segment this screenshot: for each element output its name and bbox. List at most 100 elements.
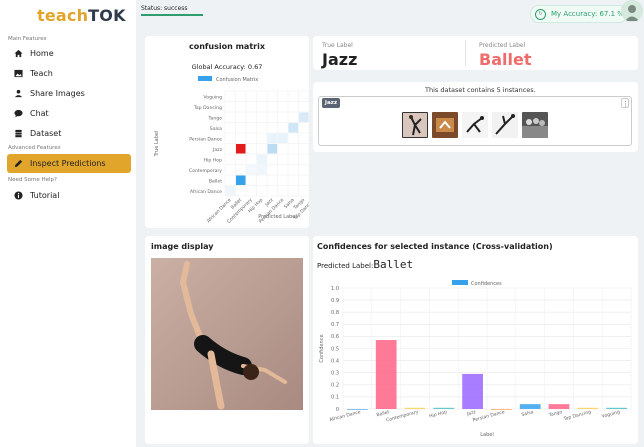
y-tick-label: Persian Dance	[189, 136, 222, 142]
status-text: Status: success	[141, 5, 188, 12]
user-upload-icon	[13, 89, 23, 99]
x-axis-title: Predicted Label	[258, 214, 297, 220]
sidebar-item-label: Tutorial	[30, 191, 60, 200]
sidebar-item-label: Share Images	[30, 89, 85, 98]
x-tick-label: Contemporary	[385, 409, 419, 423]
y-tick-label: 0.7	[331, 322, 339, 328]
legend-swatch	[452, 280, 468, 285]
thumbnail-3[interactable]	[462, 112, 488, 138]
x-tick-label: Salsa	[521, 409, 535, 418]
bar	[519, 404, 541, 409]
y-tick-label: 0.4	[331, 358, 339, 364]
y-axis-title: True Label	[154, 131, 160, 158]
bar	[548, 404, 570, 409]
matrix-cell	[267, 144, 277, 154]
thumbnail-2[interactable]	[432, 112, 458, 138]
thumbnail-4[interactable]	[492, 112, 518, 138]
y-tick-label: 0.3	[331, 371, 339, 377]
x-tick-label: Persian Dance	[472, 409, 505, 423]
predicted-label-title: Predicted Label	[479, 42, 526, 49]
x-tick-label: Jazz	[465, 409, 477, 418]
y-tick-label: Jazz	[212, 147, 223, 153]
matrix-cell	[288, 123, 298, 133]
sidebar-item-chat[interactable]: Chat	[7, 104, 131, 123]
x-tick-label: Voguing	[601, 409, 621, 420]
y-axis-title: Confidence	[319, 334, 325, 362]
more-menu-button[interactable]: ⋮	[621, 98, 629, 108]
x-tick-label: Tango	[547, 409, 563, 419]
y-tick-label: 0.1	[331, 395, 339, 401]
sidebar-item-label: Chat	[30, 109, 49, 118]
accuracy-text: My Accuracy: 67.1 %	[551, 10, 624, 18]
sidebar-item-dataset[interactable]: Dataset	[7, 124, 131, 143]
selected-instance-image	[151, 258, 303, 410]
y-tick-label: Hip Hop	[204, 157, 222, 163]
matrix-cell	[246, 165, 256, 175]
x-axis-title: Label	[480, 432, 494, 438]
y-tick-label: Tango	[208, 115, 223, 121]
bar	[606, 407, 627, 409]
bar	[433, 407, 455, 409]
labels-card: True Label Jazz Predicted Label Ballet	[313, 36, 638, 70]
y-tick-label: Tap Dancing	[193, 105, 222, 111]
y-tick-label: Contemporary	[189, 168, 222, 174]
section-label-help: Need Some Help?	[8, 177, 57, 183]
section-label-main: Main Features	[8, 36, 47, 42]
sidebar-item-tutorial[interactable]: Tutorial	[7, 186, 131, 205]
x-tick-label: African Dance	[329, 409, 362, 423]
matrix-cell	[225, 186, 235, 196]
info-icon	[13, 191, 23, 201]
y-tick-label: African Dance	[190, 189, 222, 195]
app-logo[interactable]: teachTOK	[37, 6, 126, 25]
sidebar-item-inspect-predictions[interactable]: Inspect Predictions	[7, 154, 131, 173]
x-tick-label: Ballet	[376, 409, 390, 418]
bar	[347, 409, 368, 410]
image-display-title: image display	[151, 242, 214, 251]
legend-label: Confidences	[471, 281, 502, 287]
confusion-matrix-chart[interactable]: Confusion Matrix Voguing Tap Dancing Tango S…	[145, 36, 309, 228]
confusion-matrix-card: confusion matrix Global Accuracy: 0.67 C…	[145, 36, 309, 228]
sidebar-item-home[interactable]: Home	[7, 44, 131, 63]
accuracy-badge: ↻ My Accuracy: 67.1 %	[530, 5, 628, 23]
refresh-icon: ↻	[535, 8, 546, 20]
image-icon	[13, 69, 23, 79]
sidebar-item-share-images[interactable]: Share Images	[7, 84, 131, 103]
y-tick-label: Ballet	[209, 178, 222, 184]
bar	[404, 407, 426, 409]
database-icon	[13, 129, 23, 139]
sidebar-item-label: Home	[30, 49, 54, 58]
y-tick-label: 0.6	[331, 334, 339, 340]
x-tick-label: Tap Dancing	[562, 409, 592, 422]
thumbnail-5[interactable]	[522, 112, 548, 138]
y-tick-label: 0.5	[331, 346, 339, 352]
legend-swatch	[198, 76, 212, 81]
home-icon	[13, 49, 23, 59]
section-label-advanced: Advanced Features	[8, 145, 61, 151]
bar	[491, 409, 512, 410]
y-tick-label: Salsa	[210, 126, 222, 132]
class-tag: Jazz	[322, 98, 340, 108]
legend-label: Confusion Matrix	[216, 77, 258, 83]
bar	[577, 407, 599, 409]
status-progress-bar	[141, 14, 203, 16]
image-display-card: image display	[145, 236, 309, 444]
sidebar: teachTOK Main Features Home Teach Share …	[0, 0, 136, 447]
matrix-cell	[257, 165, 267, 175]
bar	[375, 340, 397, 409]
matrix-cell	[278, 133, 288, 143]
confidence-bar-chart[interactable]: Confidences 0 0.1 0.2 0.3 0.4 0.5 0.6 0.7 0.8 0.9 1…	[313, 236, 638, 444]
matrix-cell-selected	[236, 144, 246, 154]
pencil-icon	[13, 159, 23, 169]
matrix-cell	[236, 175, 246, 185]
sidebar-item-teach[interactable]: Teach	[7, 64, 131, 83]
matrix-cell	[299, 112, 309, 122]
matrix-cell	[267, 133, 277, 143]
sidebar-item-label: Dataset	[30, 129, 62, 138]
divider	[465, 40, 466, 66]
thumbnail-1[interactable]	[402, 112, 428, 138]
y-tick-label: 0.2	[331, 383, 339, 389]
avatar[interactable]	[621, 0, 643, 22]
bar	[462, 373, 483, 409]
y-tick-label: 0.9	[331, 298, 339, 304]
dataset-count-text: This dataset contains 5 instances.	[425, 86, 536, 94]
